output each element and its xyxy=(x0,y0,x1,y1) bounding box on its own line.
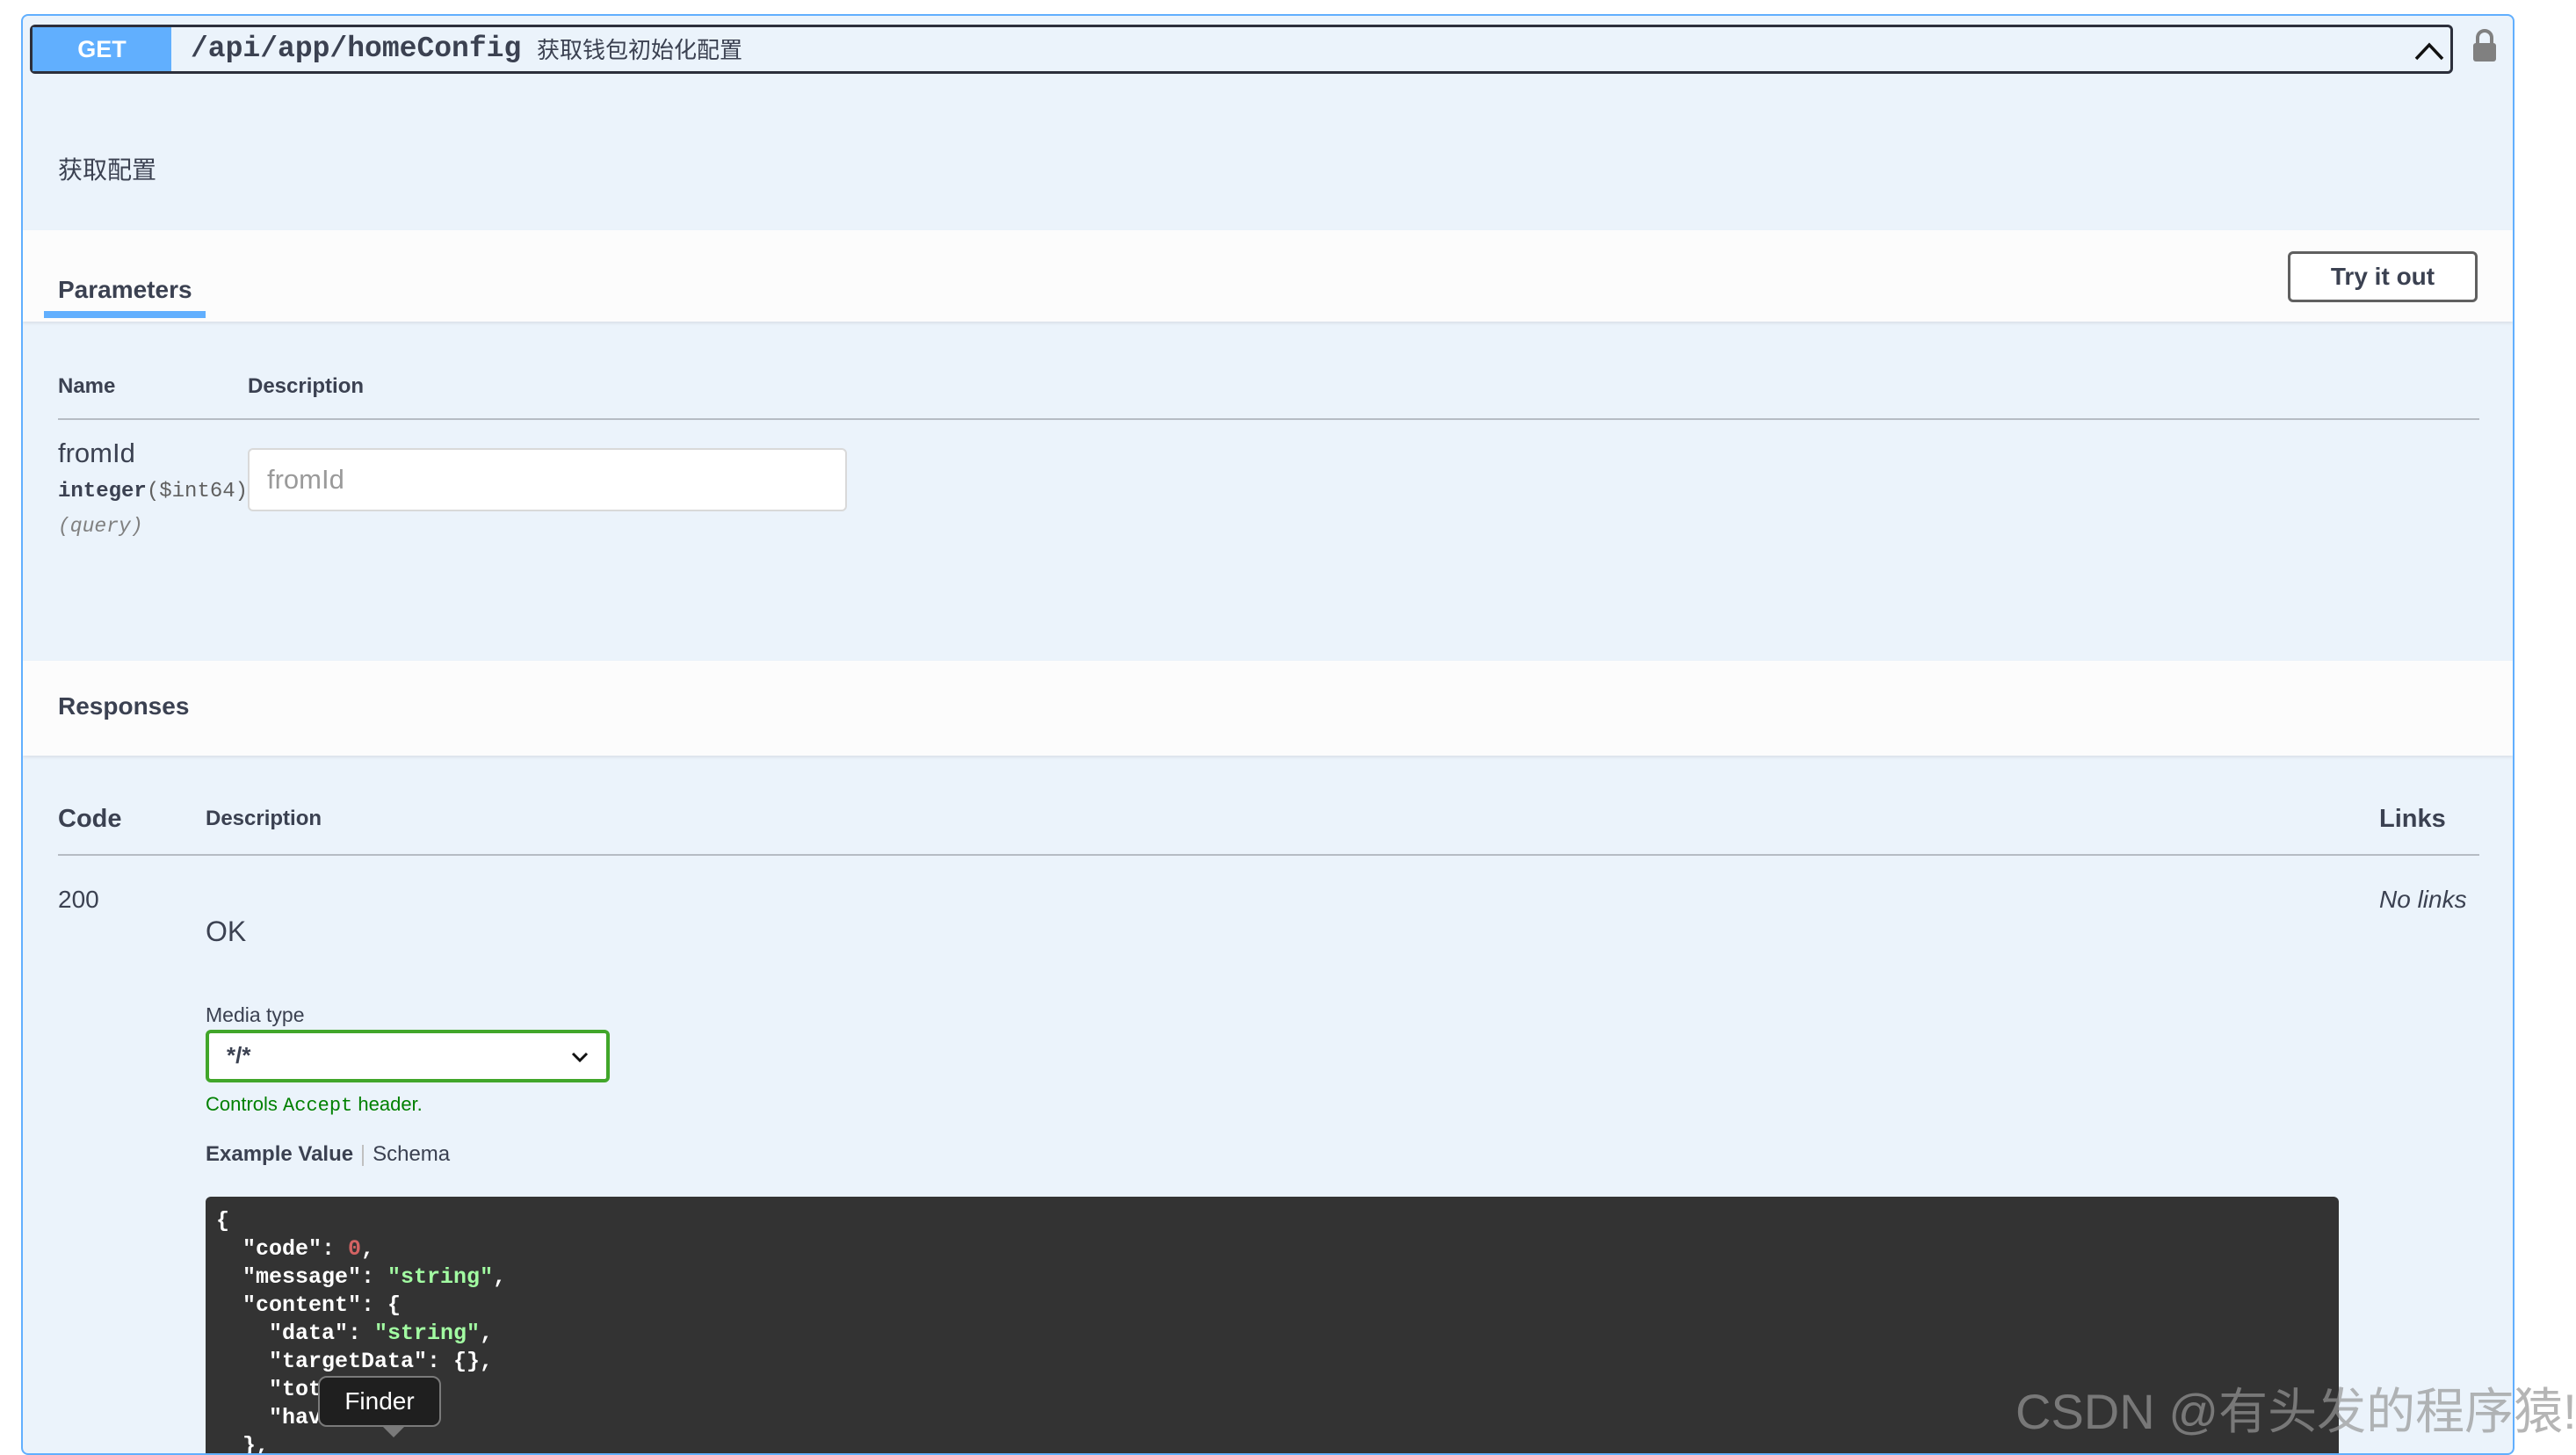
finder-tooltip: Finder xyxy=(318,1376,441,1427)
tab-schema[interactable]: Schema xyxy=(373,1142,450,1166)
lock-icon[interactable] xyxy=(2471,28,2499,63)
response-code: 200 xyxy=(58,886,99,913)
tab-divider xyxy=(362,1144,365,1166)
tab-active-indicator xyxy=(44,311,206,318)
parameters-header: Parameters Try it out xyxy=(23,230,2513,322)
responses-title: Responses xyxy=(58,692,190,720)
response-links: No links xyxy=(2379,886,2467,913)
resp-header-divider xyxy=(58,854,2479,856)
example-tabs: Example Value Schema xyxy=(206,1142,450,1167)
responses-header: Responses xyxy=(23,661,2513,756)
code-line: "message": "string", xyxy=(216,1264,507,1290)
tab-example-value[interactable]: Example Value xyxy=(206,1142,353,1166)
method-badge: GET xyxy=(33,27,171,71)
param-header-name: Name xyxy=(58,374,116,398)
code-line: { xyxy=(216,1208,230,1234)
param-header-description: Description xyxy=(248,374,365,398)
chevron-down-icon xyxy=(571,1052,589,1063)
controls-suffix: header. xyxy=(352,1093,423,1115)
endpoint-path: /api/app/homeConfig xyxy=(191,33,522,65)
code-line: "data": "string", xyxy=(216,1321,494,1346)
controls-accept-word: Accept xyxy=(283,1095,353,1117)
resp-header-code: Code xyxy=(58,805,122,833)
controls-accept-note: Controls Accept header. xyxy=(206,1093,423,1117)
operation-description: 获取配置 xyxy=(58,156,157,184)
code-line: "targetData": {}, xyxy=(216,1349,494,1374)
param-type: integer($int64) xyxy=(58,480,248,503)
tab-parameters[interactable]: Parameters xyxy=(58,276,192,304)
code-line: "content": { xyxy=(216,1292,402,1318)
param-format: ($int64) xyxy=(146,480,249,503)
media-type-label: Media type xyxy=(206,1003,305,1026)
response-description: OK xyxy=(206,916,247,947)
param-fromid-input[interactable] xyxy=(248,448,847,511)
try-it-out-button[interactable]: Try it out xyxy=(2288,251,2478,302)
resp-header-links: Links xyxy=(2379,805,2446,833)
operation-summary[interactable]: GET /api/app/homeConfig 获取钱包初始化配置 xyxy=(30,25,2453,74)
param-location: (query) xyxy=(58,515,143,538)
media-type-select[interactable]: */* xyxy=(206,1030,610,1082)
resp-header-description: Description xyxy=(206,807,322,830)
param-type-name: integer xyxy=(58,480,147,503)
media-type-value: */* xyxy=(227,1042,251,1068)
chevron-up-icon[interactable] xyxy=(2413,36,2445,62)
code-line: }, xyxy=(216,1433,270,1455)
endpoint-summary: 获取钱包初始化配置 xyxy=(537,37,743,63)
watermark: CSDN @有头发的程序猿! xyxy=(2015,1384,2576,1439)
controls-prefix: Controls xyxy=(206,1093,284,1115)
param-name: fromId xyxy=(58,438,135,468)
tooltip-arrow xyxy=(381,1425,406,1437)
code-line: "code": 0, xyxy=(216,1236,375,1262)
operation-block: GET /api/app/homeConfig 获取钱包初始化配置 获取配置 P… xyxy=(21,14,2514,1455)
param-header-divider xyxy=(58,418,2479,420)
